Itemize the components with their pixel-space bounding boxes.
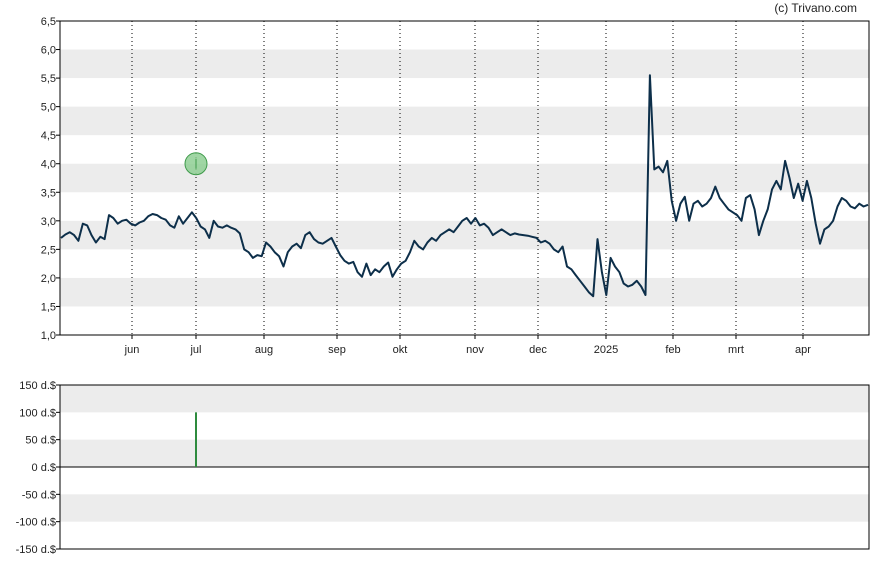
band	[60, 439, 869, 467]
x-tick-label: dec	[529, 344, 547, 356]
x-tick-label: feb	[665, 344, 680, 356]
x-tick-label: apr	[795, 344, 811, 356]
y-tick-label: 4,5	[41, 130, 56, 142]
y-tick-label: 1,0	[41, 330, 56, 342]
band	[60, 277, 869, 307]
y-tick-label: 6,5	[41, 16, 56, 28]
y-tick-label: 6,0	[41, 45, 56, 57]
x-tick-label: mrt	[728, 344, 744, 356]
x-tick-label: 2025	[594, 344, 618, 356]
y-tick-label: 4,0	[41, 159, 56, 171]
y-tick-label: 3,5	[41, 187, 56, 199]
band	[60, 163, 869, 193]
band	[60, 106, 869, 136]
x-tick-label: sep	[328, 344, 346, 356]
y-tick-label: 3,0	[41, 216, 56, 228]
band	[60, 494, 869, 522]
y-tick-label: 50 d.$	[25, 435, 56, 447]
band	[60, 385, 869, 413]
y-tick-label: -150 d.$	[16, 544, 56, 556]
y-tick-label: -100 d.$	[16, 517, 56, 529]
x-tick-label: okt	[393, 344, 408, 356]
y-tick-label: 100 d.$	[19, 407, 56, 419]
chart-canvas: jun jul aug sep okt nov dec 2025 feb mrt apr 6,5 6,0…	[16, 1, 870, 556]
y-tick-label: 5,5	[41, 73, 56, 85]
y-tick-label: 5,0	[41, 102, 56, 114]
y-tick-label: 2,5	[41, 244, 56, 256]
x-tick-label: aug	[255, 344, 273, 356]
credit-text: (c) Trivano.com	[774, 1, 857, 15]
x-tick-label: jul	[189, 344, 201, 356]
x-tick-label: jun	[124, 344, 140, 356]
y-tick-label: 0 d.$	[32, 462, 56, 474]
y-tick-label: 2,0	[41, 273, 56, 285]
y-tick-label: 1,5	[41, 301, 56, 313]
stock-chart: jun jul aug sep okt nov dec 2025 feb mrt apr 6,5 6,0…	[0, 0, 888, 565]
band	[60, 49, 869, 79]
x-tick-label: nov	[466, 344, 484, 356]
band	[60, 220, 869, 250]
y-tick-label: -50 d.$	[22, 489, 56, 501]
y-tick-label: 150 d.$	[19, 380, 56, 392]
